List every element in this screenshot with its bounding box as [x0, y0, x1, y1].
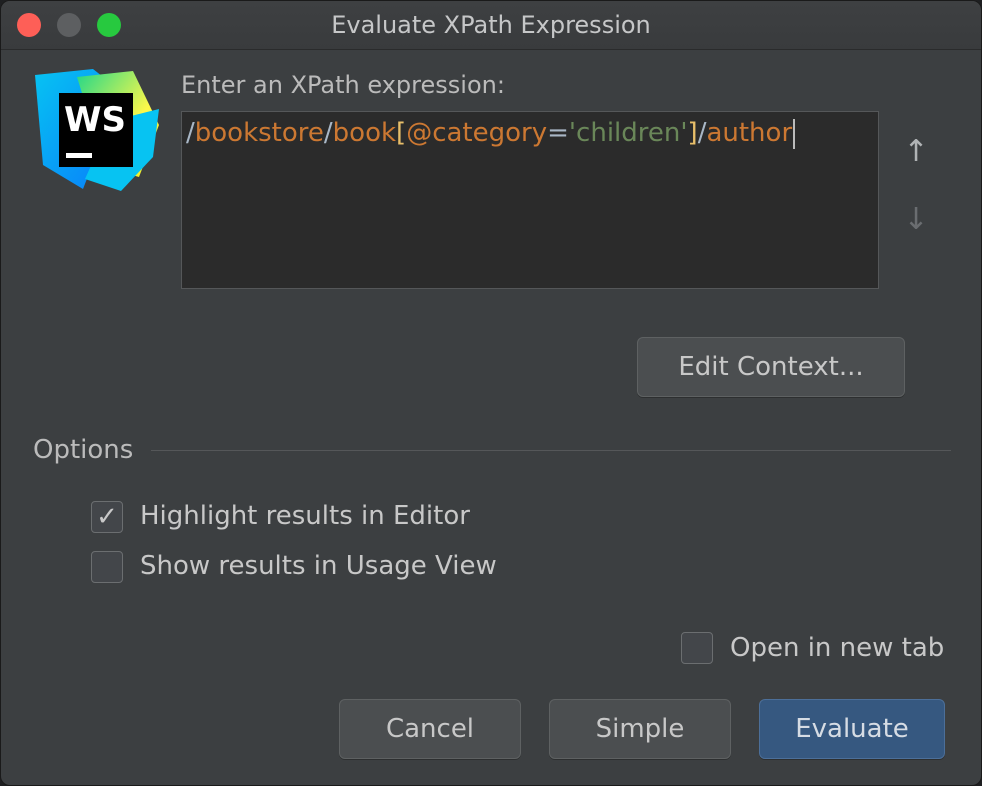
webstorm-logo-icon: WS: [35, 69, 159, 191]
expression-prompt-label: Enter an XPath expression:: [181, 71, 505, 99]
expression-token: [: [396, 118, 407, 148]
history-up-arrow-icon[interactable]: ↑: [901, 135, 931, 169]
show-usage-view-label[interactable]: Show results in Usage View: [140, 551, 497, 581]
checkmark-icon: ✓: [96, 502, 118, 532]
simple-button[interactable]: Simple: [549, 699, 731, 759]
expression-token: /: [186, 118, 195, 148]
open-new-tab-checkbox[interactable]: [681, 632, 713, 664]
evaluate-button[interactable]: Evaluate: [759, 699, 945, 759]
xpath-expression-input[interactable]: /bookstore/book[@category='children']/au…: [181, 111, 879, 289]
cancel-button[interactable]: Cancel: [339, 699, 521, 759]
expression-token: author: [706, 118, 793, 148]
edit-context-button[interactable]: Edit Context...: [637, 337, 905, 397]
highlight-results-checkbox[interactable]: ✓: [91, 501, 123, 533]
show-usage-view-checkbox[interactable]: [91, 551, 123, 583]
expression-token: @category: [406, 118, 548, 148]
logo-text: WS: [64, 100, 126, 140]
expression-token: 'children': [568, 118, 688, 148]
options-section-title: Options: [33, 435, 134, 465]
expression-token: book: [332, 118, 397, 148]
expression-token: /: [323, 118, 333, 148]
expression-token: ]: [687, 118, 698, 148]
xpath-expression-text[interactable]: /bookstore/book[@category='children']/au…: [186, 118, 796, 149]
options-divider: [151, 450, 951, 451]
text-caret: [793, 118, 796, 149]
history-down-arrow-icon[interactable]: ↓: [901, 203, 931, 237]
expression-token: bookstore: [194, 118, 324, 148]
highlight-results-label[interactable]: Highlight results in Editor: [140, 501, 470, 531]
evaluate-xpath-dialog: Evaluate XPath Expression WS Enter an XP…: [0, 0, 982, 786]
title-bar[interactable]: Evaluate XPath Expression: [1, 1, 981, 50]
expression-token: =: [547, 118, 569, 148]
window-title: Evaluate XPath Expression: [331, 11, 651, 39]
open-new-tab-label[interactable]: Open in new tab: [730, 633, 944, 663]
